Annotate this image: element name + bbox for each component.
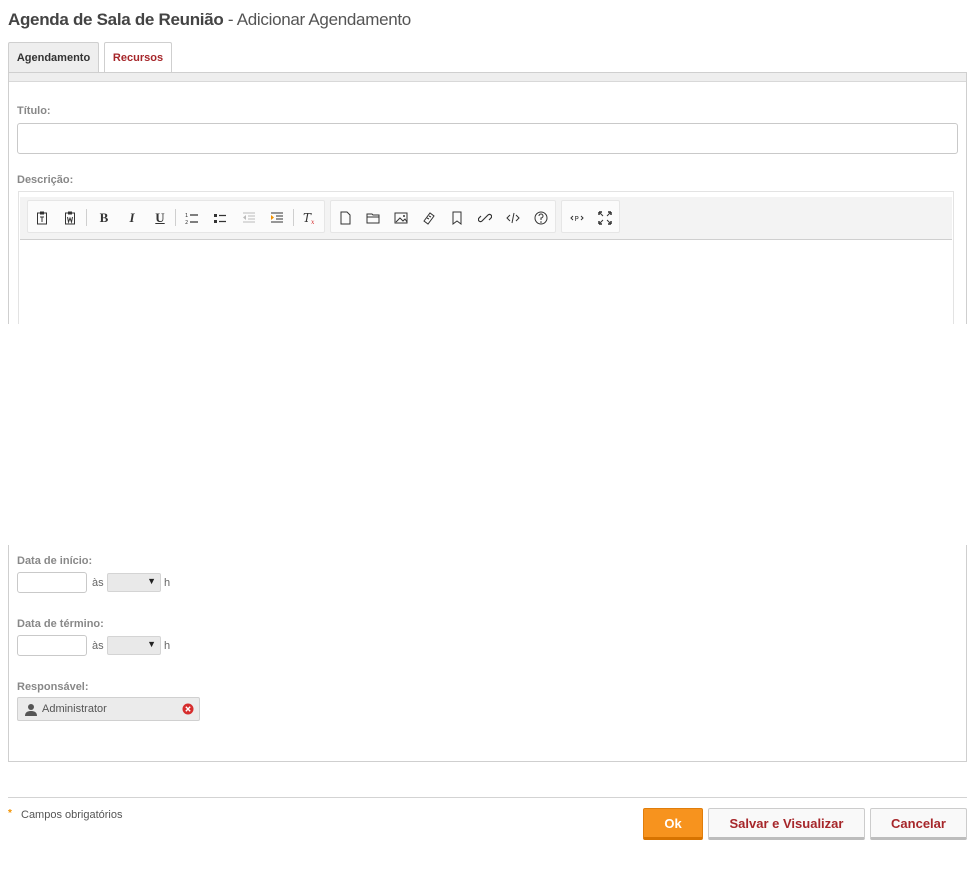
svg-text:2: 2 (185, 220, 188, 225)
toolbar-group-formatting: B I U 12 Tx (27, 200, 325, 233)
horizontal-rule-icon[interactable] (419, 208, 439, 228)
toolbar-group-view: P (561, 200, 620, 233)
panel-top-bar (9, 73, 966, 82)
svg-text:1: 1 (185, 213, 188, 219)
user-icon (25, 704, 37, 716)
chevron-down-icon: ▼ (147, 639, 156, 649)
toolbar-separator (175, 209, 176, 226)
end-hour-suffix: h (164, 640, 171, 652)
svg-text:P: P (575, 215, 579, 223)
svg-text:x: x (311, 219, 315, 225)
end-at-text: às (92, 640, 104, 652)
italic-icon[interactable]: I (122, 208, 142, 228)
page-subtitle: Adicionar Agendamento (236, 10, 412, 29)
page-title-separator: - (223, 10, 237, 29)
bulleted-list-icon[interactable] (210, 208, 230, 228)
rich-text-editor[interactable]: B I U 12 Tx P (18, 191, 954, 325)
toolbar-group-insert (330, 200, 556, 233)
remove-icon[interactable] (182, 703, 194, 715)
paste-word-icon[interactable] (60, 208, 80, 228)
editor-overflow-area (0, 324, 975, 545)
save-and-view-button[interactable]: Salvar e Visualizar (708, 808, 865, 840)
cancel-button[interactable]: Cancelar (870, 808, 967, 840)
maximize-icon[interactable] (595, 208, 615, 228)
end-time-select[interactable]: ▼ (107, 636, 161, 655)
required-mark: * (8, 808, 12, 819)
page-title-main: Agenda de Sala de Reunião (8, 10, 224, 29)
responsible-name: Administrator (42, 703, 107, 715)
start-at-text: às (92, 577, 104, 589)
anchor-icon[interactable] (447, 208, 467, 228)
end-date-label: Data de término: (17, 618, 104, 630)
footer-divider (8, 797, 967, 798)
description-label: Descrição: (17, 174, 74, 186)
toolbar-separator (86, 209, 87, 226)
chevron-down-icon: ▼ (147, 576, 156, 586)
bold-icon[interactable]: B (94, 208, 114, 228)
page-title: Agenda de Sala de Reunião - Adicionar Ag… (8, 10, 411, 30)
start-hour-suffix: h (164, 577, 171, 589)
start-date-label: Data de início: (17, 555, 93, 567)
outdent-icon[interactable] (239, 208, 259, 228)
underline-icon[interactable]: U (150, 208, 170, 228)
indent-icon[interactable] (267, 208, 287, 228)
responsible-chip: Administrator (17, 697, 200, 721)
required-fields-note: Campos obrigatórios (21, 809, 123, 821)
title-label: Título: (17, 105, 51, 117)
start-time-select[interactable]: ▼ (107, 573, 161, 592)
start-date-input[interactable] (17, 572, 87, 593)
image-icon[interactable] (391, 208, 411, 228)
paste-text-icon[interactable] (32, 208, 52, 228)
tab-agendamento[interactable]: Agendamento (8, 42, 99, 73)
responsible-label: Responsável: (17, 681, 89, 693)
source-icon[interactable]: P (567, 208, 587, 228)
title-input[interactable] (17, 123, 958, 154)
special-char-icon[interactable] (531, 208, 551, 228)
link-icon[interactable] (475, 208, 495, 228)
new-page-icon[interactable] (335, 208, 355, 228)
source-code-icon[interactable] (503, 208, 523, 228)
remove-format-icon[interactable]: Tx (300, 208, 320, 228)
open-folder-icon[interactable] (363, 208, 383, 228)
end-date-input[interactable] (17, 635, 87, 656)
numbered-list-icon[interactable]: 12 (182, 208, 202, 228)
tab-recursos[interactable]: Recursos (104, 42, 172, 72)
editor-toolbar: B I U 12 Tx P (20, 197, 952, 240)
ok-button[interactable]: Ok (643, 808, 703, 840)
toolbar-separator (293, 209, 294, 226)
